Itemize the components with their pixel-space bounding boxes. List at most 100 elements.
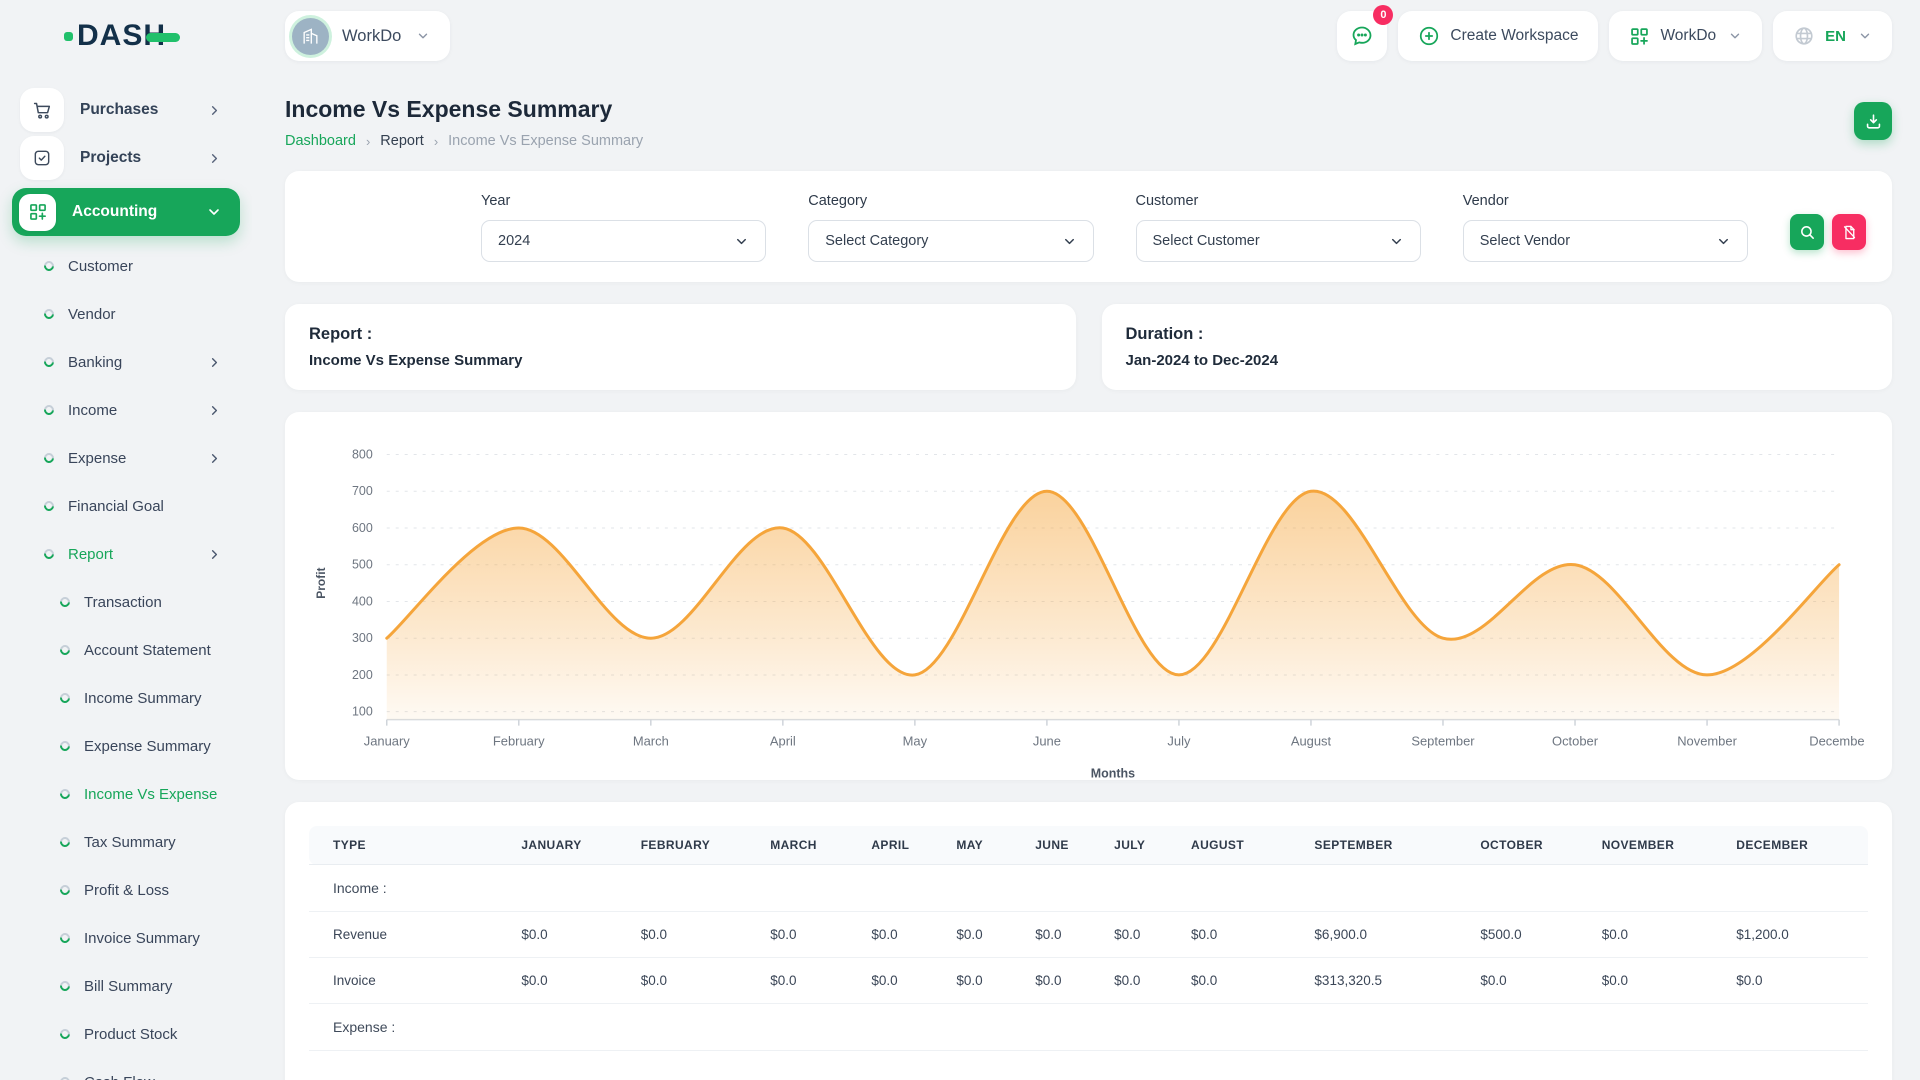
column-header[interactable]: APRIL: [861, 826, 946, 865]
create-workspace-button[interactable]: Create Workspace: [1398, 11, 1598, 61]
bullet-icon: [42, 307, 56, 321]
x-tick-label: November: [1677, 734, 1737, 749]
filter-year: Year 2024: [481, 193, 766, 282]
column-header[interactable]: OCTOBER: [1470, 826, 1591, 865]
column-header[interactable]: MARCH: [760, 826, 861, 865]
year-select[interactable]: 2024: [481, 220, 766, 262]
row-value: $0.0: [1181, 958, 1304, 1004]
clear-filter-button[interactable]: [1832, 214, 1866, 250]
category-select[interactable]: Select Category: [808, 220, 1093, 262]
bullet-icon: [58, 787, 72, 801]
sidebar-item-income[interactable]: Income: [0, 386, 252, 434]
year-select-value: 2024: [498, 233, 530, 249]
breadcrumb-dashboard[interactable]: Dashboard: [285, 133, 356, 149]
sidebar-item-accounting[interactable]: Accounting: [12, 188, 240, 236]
sidebar-item-invoice-summary[interactable]: Invoice Summary: [0, 914, 252, 962]
row-value: $0.0: [1181, 912, 1304, 958]
row-value: $500.0: [1470, 912, 1591, 958]
sidebar-item-cash-flow[interactable]: Cash Flow: [0, 1058, 252, 1080]
sidebar-item-expense-summary[interactable]: Expense Summary: [0, 722, 252, 770]
messages-button[interactable]: 0: [1337, 11, 1387, 61]
chevron-down-icon: [206, 204, 222, 220]
report-table-card: TYPEJANUARYFEBRUARYMARCHAPRILMAYJUNEJULY…: [285, 802, 1892, 1080]
bullet-icon: [42, 259, 56, 273]
row-value: $0.0: [1104, 912, 1181, 958]
filter-category: Category Select Category: [808, 193, 1093, 282]
logo-bar-accent: [146, 33, 180, 42]
page-title: Income Vs Expense Summary: [285, 96, 643, 123]
search-icon: [1799, 224, 1816, 241]
sidebar-item-transaction[interactable]: Transaction: [0, 578, 252, 626]
app-root: DASH PurchasesProjects Accounting Customer…: [0, 0, 1920, 1080]
workdo-menu-button[interactable]: WorkDo: [1609, 11, 1762, 61]
column-header[interactable]: DECEMBER: [1726, 826, 1868, 865]
sidebar-item-report[interactable]: Report: [0, 530, 252, 578]
create-workspace-label: Create Workspace: [1450, 27, 1578, 45]
y-tick-label: 300: [352, 631, 373, 645]
language-selector[interactable]: EN: [1773, 11, 1892, 61]
sidebar-item-vendor[interactable]: Vendor: [0, 290, 252, 338]
chart-card: 100200300400500600700800JanuaryFebruaryM…: [285, 412, 1892, 780]
column-header[interactable]: JULY: [1104, 826, 1181, 865]
y-axis-title: Profit: [314, 567, 328, 598]
page-head: Income Vs Expense Summary Dashboard › Re…: [285, 96, 1892, 149]
table-section-row: Income :: [309, 865, 1868, 912]
breadcrumb-report[interactable]: Report: [380, 133, 424, 149]
column-header[interactable]: JANUARY: [511, 826, 630, 865]
year-label: Year: [481, 193, 766, 209]
sidebar-item-profit-loss[interactable]: Profit & Loss: [0, 866, 252, 914]
vendor-select[interactable]: Select Vendor: [1463, 220, 1748, 262]
row-value: $0.0: [1726, 958, 1868, 1004]
sidebar-item-purchases[interactable]: Purchases: [0, 86, 252, 134]
workspace-selector[interactable]: WorkDo: [285, 11, 450, 61]
y-tick-label: 400: [352, 594, 373, 608]
row-value: $0.0: [631, 912, 760, 958]
chevron-down-icon: [1716, 234, 1731, 249]
grid-plus-icon: [1629, 26, 1650, 47]
column-header[interactable]: NOVEMBER: [1592, 826, 1727, 865]
sidebar-item-financial-goal[interactable]: Financial Goal: [0, 482, 252, 530]
sidebar-item-banking[interactable]: Banking: [0, 338, 252, 386]
column-header[interactable]: SEPTEMBER: [1304, 826, 1470, 865]
sidebar-item-expense[interactable]: Expense: [0, 434, 252, 482]
plus-circle-icon: [1418, 25, 1440, 47]
column-header[interactable]: FEBRUARY: [631, 826, 760, 865]
row-value: $0.0: [861, 912, 946, 958]
x-tick-label: May: [903, 734, 928, 749]
chevron-down-icon: [416, 29, 430, 43]
column-header[interactable]: TYPE: [309, 826, 511, 865]
row-value: $0.0: [1025, 912, 1104, 958]
bullet-icon: [42, 499, 56, 513]
duration-card-title: Duration :: [1126, 325, 1869, 344]
brand-logo[interactable]: DASH: [0, 0, 252, 72]
table-row[interactable]: Revenue$0.0$0.0$0.0$0.0$0.0$0.0$0.0$0.0$…: [309, 912, 1868, 958]
row-value: $6,900.0: [1304, 912, 1470, 958]
messages-badge: 0: [1373, 5, 1393, 25]
sidebar-item-account-statement[interactable]: Account Statement: [0, 626, 252, 674]
filter-spacer: [311, 193, 439, 282]
y-tick-label: 800: [352, 447, 373, 461]
bullet-icon: [58, 739, 72, 753]
sidebar-item-product-stock[interactable]: Product Stock: [0, 1010, 252, 1058]
x-tick-label: September: [1411, 734, 1475, 749]
report-card-value: Income Vs Expense Summary: [309, 352, 1052, 369]
chevron-down-icon: [734, 234, 749, 249]
apply-filter-button[interactable]: [1790, 214, 1824, 250]
row-value: $0.0: [760, 912, 861, 958]
chat-bubble-icon: [1350, 24, 1374, 48]
sidebar-item-tax-summary[interactable]: Tax Summary: [0, 818, 252, 866]
download-report-button[interactable]: [1854, 102, 1892, 140]
sidebar-item-income-vs-expense[interactable]: Income Vs Expense: [0, 770, 252, 818]
sidebar-item-income-summary[interactable]: Income Summary: [0, 674, 252, 722]
table-row[interactable]: Invoice$0.0$0.0$0.0$0.0$0.0$0.0$0.0$0.0$…: [309, 958, 1868, 1004]
sidebar-item-bill-summary[interactable]: Bill Summary: [0, 962, 252, 1010]
column-header[interactable]: JUNE: [1025, 826, 1104, 865]
column-header[interactable]: MAY: [946, 826, 1025, 865]
sidebar-item-customer[interactable]: Customer: [0, 242, 252, 290]
customer-select[interactable]: Select Customer: [1136, 220, 1421, 262]
breadcrumb: Dashboard › Report › Income Vs Expense S…: [285, 133, 643, 149]
y-tick-label: 200: [352, 668, 373, 682]
breadcrumb-current: Income Vs Expense Summary: [448, 133, 643, 149]
column-header[interactable]: AUGUST: [1181, 826, 1304, 865]
sidebar-item-projects[interactable]: Projects: [0, 134, 252, 182]
